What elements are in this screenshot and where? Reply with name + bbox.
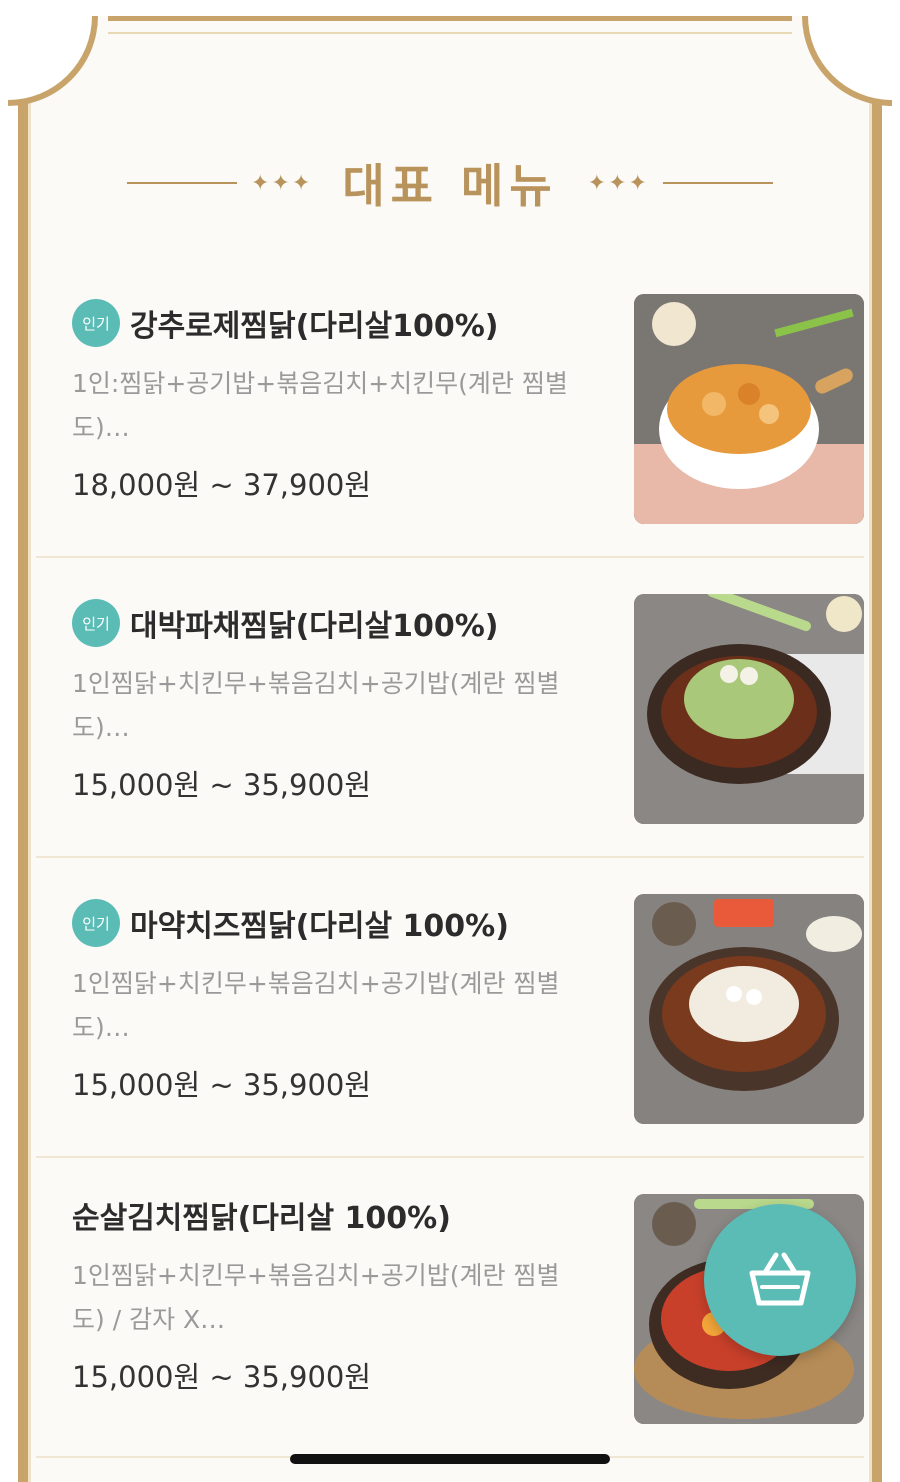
sparkle-icon: ✦✦✦ [251, 170, 313, 196]
cheese-jjimdak-photo[interactable] [634, 894, 864, 1124]
menu-item-description: 1인:찜닭+공기밥+볶음김치+치킨무(계란 찜별도)… [72, 369, 568, 442]
menu-item-name-row: 인기 마약치즈찜닭(다리살 100%) [72, 898, 572, 948]
menu-item-name: 순살김치찜닭(다리살 100%) [72, 1201, 451, 1236]
menu-item-price: 15,000원 ~ 35,900원 [72, 1068, 372, 1102]
basket-icon [749, 1252, 811, 1306]
menu-item-text: 순살김치찜닭(다리살 100%) 1인찜닭+치킨무+볶음김치+공기밥(계란 찜별… [72, 1190, 572, 1396]
menu-item-text: 인기 마약치즈찜닭(다리살 100%) 1인찜닭+치킨무+볶음김치+공기밥(계란… [72, 898, 572, 1104]
menu-item[interactable]: 인기 마약치즈찜닭(다리살 100%) 1인찜닭+치킨무+볶음김치+공기밥(계란… [36, 858, 864, 1158]
menu-item-description: 1인찜닭+치킨무+볶음김치+공기밥(계란 찜별도) / 감자 X… [72, 1261, 560, 1334]
popular-badge: 인기 [72, 599, 120, 647]
menu-item-text: 인기 대박파채찜닭(다리살100%) 1인찜닭+치킨무+볶음김치+공기밥(계란 … [72, 598, 572, 804]
menu-item-name-row: 인기 대박파채찜닭(다리살100%) [72, 598, 572, 648]
menu-item-name-row: 인기 강추로제찜닭(다리살100%) [72, 298, 572, 348]
section-header: ✦✦✦ 대표 메뉴 ✦✦✦ [0, 150, 900, 216]
menu-item-price: 15,000원 ~ 35,900원 [72, 768, 372, 802]
menu-item-name: 마약치즈찜닭(다리살 100%) [130, 909, 509, 944]
decorative-line-right [662, 182, 773, 184]
green-onion-jjimdak-photo[interactable] [634, 594, 864, 824]
frame-top-border [108, 16, 792, 34]
menu-item-name-row: 순살김치찜닭(다리살 100%) [72, 1190, 572, 1240]
home-indicator[interactable] [290, 1454, 610, 1464]
rose-jjimdak-photo[interactable] [634, 294, 864, 524]
cart-button[interactable] [704, 1204, 856, 1356]
popular-badge: 인기 [72, 299, 120, 347]
menu-item-price: 15,000원 ~ 35,900원 [72, 1360, 372, 1394]
menu-item[interactable]: 인기 대박파채찜닭(다리살100%) 1인찜닭+치킨무+볶음김치+공기밥(계란 … [36, 558, 864, 858]
menu-item-description: 1인찜닭+치킨무+볶음김치+공기밥(계란 찜별도)… [72, 669, 560, 742]
menu-item-name: 대박파채찜닭(다리살100%) [130, 609, 499, 644]
section-title: 대표 메뉴 [342, 159, 558, 213]
menu-item-description: 1인찜닭+치킨무+볶음김치+공기밥(계란 찜별도)… [72, 969, 560, 1042]
menu-item-price: 18,000원 ~ 37,900원 [72, 468, 372, 502]
popular-badge: 인기 [72, 899, 120, 947]
sparkle-icon: ✦✦✦ [587, 170, 649, 196]
menu-item[interactable]: 인기 강추로제찜닭(다리살100%) 1인:찜닭+공기밥+볶음김치+치킨무(계란… [36, 258, 864, 558]
decorative-line-left [127, 182, 238, 184]
menu-item-text: 인기 강추로제찜닭(다리살100%) 1인:찜닭+공기밥+볶음김치+치킨무(계란… [72, 298, 572, 504]
menu-item-name: 강추로제찜닭(다리살100%) [130, 309, 499, 344]
